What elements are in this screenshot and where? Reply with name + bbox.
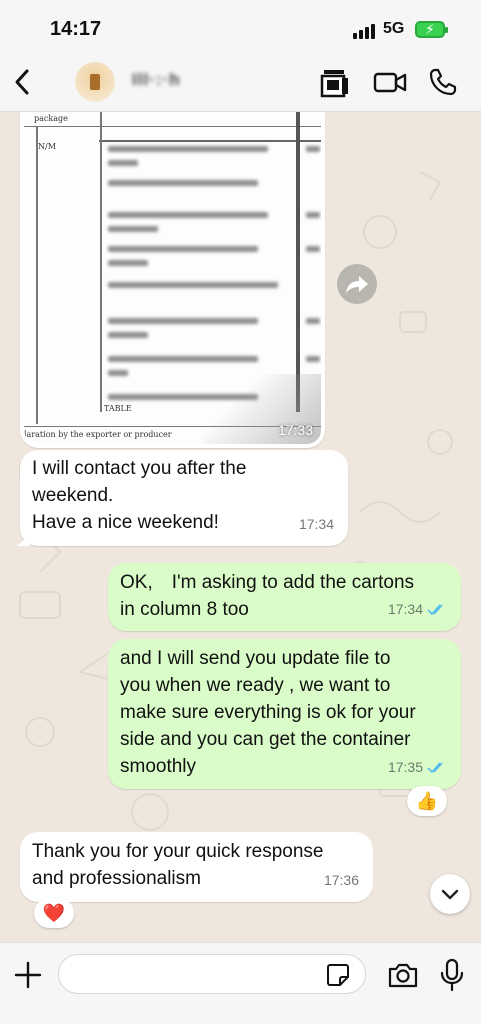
- contact-name[interactable]: Ill·:·h: [132, 70, 181, 90]
- image-message[interactable]: package N/M TABLE laration by the export…: [20, 112, 325, 448]
- phone-call-button[interactable]: [425, 64, 461, 100]
- status-bar: 14:17 5G ⚡: [0, 18, 481, 44]
- phone-call-icon: [429, 68, 457, 96]
- sticker-button[interactable]: [325, 962, 351, 988]
- message-time: 17:35: [387, 759, 423, 775]
- doc-footer-text: laration by the exporter or producer: [24, 430, 172, 439]
- message-input[interactable]: [58, 954, 366, 994]
- video-call-button[interactable]: [372, 64, 408, 100]
- attach-button[interactable]: [12, 959, 44, 991]
- message-text: I will contact you after the weekend. Ha…: [32, 458, 247, 533]
- forward-button[interactable]: [337, 264, 377, 304]
- chat-area[interactable]: package N/M TABLE laration by the export…: [0, 112, 481, 942]
- chevron-down-icon: [441, 889, 459, 900]
- incoming-message[interactable]: I will contact you after the weekend. Ha…: [14, 450, 348, 546]
- composer-bar: [0, 942, 481, 1024]
- outgoing-message[interactable]: and I will send you update file to you w…: [108, 639, 461, 789]
- contact-card-button[interactable]: [318, 64, 354, 100]
- microphone-button[interactable]: [438, 957, 466, 993]
- status-time: 14:17: [50, 18, 102, 40]
- forward-icon: [346, 276, 368, 293]
- signal-icon: [353, 23, 377, 39]
- message-text: Thank you for your quick response and pr…: [32, 841, 324, 889]
- image-message-time: 17:33: [277, 422, 313, 438]
- outgoing-message[interactable]: OK, I'm asking to add the cartons in col…: [108, 563, 461, 631]
- bubble-tail: [14, 532, 30, 546]
- message-text: and I will send you update file to you w…: [120, 648, 416, 777]
- double-check-icon: [427, 604, 443, 616]
- battery-charging-icon: ⚡: [415, 21, 448, 38]
- incoming-message[interactable]: Thank you for your quick response and pr…: [20, 832, 373, 902]
- reaction-thumbs-up[interactable]: 👍: [407, 786, 447, 816]
- doc-code-text: N/M: [38, 142, 56, 151]
- message-meta: 17:35: [388, 754, 447, 781]
- message-time: 17:34: [298, 516, 334, 532]
- network-label: 5G: [383, 20, 405, 37]
- doc-table-text: TABLE: [104, 404, 132, 413]
- chat-header: Ill·:·h: [0, 58, 481, 106]
- sticker-icon: [327, 964, 349, 986]
- contact-card-icon: [320, 70, 348, 98]
- video-call-icon: [373, 72, 407, 93]
- camera-button[interactable]: [386, 959, 420, 991]
- chevron-left-icon: [15, 69, 29, 95]
- reaction-heart[interactable]: ❤️: [34, 898, 74, 928]
- top-bar: 14:17 5G ⚡ Ill·:·h: [0, 0, 481, 112]
- document-image[interactable]: package N/M TABLE laration by the export…: [24, 112, 321, 444]
- message-time: 17:36: [323, 872, 359, 888]
- contact-avatar[interactable]: [75, 62, 115, 102]
- double-check-icon: [427, 762, 443, 774]
- message-meta: 17:34: [388, 596, 447, 623]
- scroll-to-bottom-button[interactable]: [430, 874, 470, 914]
- message-text: OK, I'm asking to add the cartons in col…: [120, 572, 415, 620]
- back-button[interactable]: [8, 64, 38, 100]
- plus-icon: [14, 961, 42, 989]
- camera-icon: [388, 963, 418, 988]
- message-time: 17:34: [387, 601, 423, 617]
- microphone-icon: [440, 958, 464, 992]
- doc-top-text: package: [34, 114, 68, 123]
